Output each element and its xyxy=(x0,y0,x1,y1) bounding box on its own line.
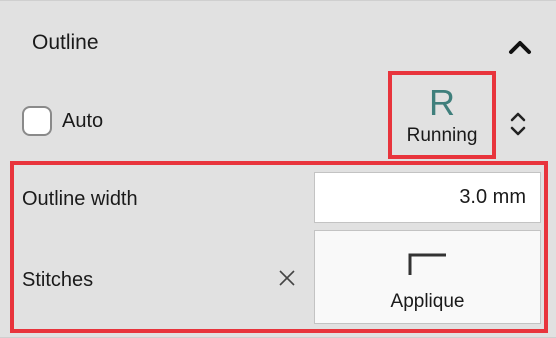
running-stitch-glyph: R xyxy=(429,82,455,121)
running-stitch-icon: R xyxy=(429,82,455,121)
auto-label: Auto xyxy=(62,109,104,132)
stitch-type-button[interactable]: R Running xyxy=(388,71,496,159)
outline-panel: Outline Auto R Running Outline width 3.0… xyxy=(0,0,556,338)
updown-chevron-icon xyxy=(510,112,526,136)
stitch-type-label: Running xyxy=(406,125,478,146)
highlight-box xyxy=(10,161,548,333)
collapse-button[interactable] xyxy=(500,29,540,65)
stitch-type-spinner[interactable] xyxy=(504,105,532,143)
chevron-up-icon xyxy=(509,41,531,54)
section-title: Outline xyxy=(32,31,99,54)
auto-checkbox-row[interactable]: Auto xyxy=(22,106,103,136)
auto-checkbox[interactable] xyxy=(22,106,52,136)
